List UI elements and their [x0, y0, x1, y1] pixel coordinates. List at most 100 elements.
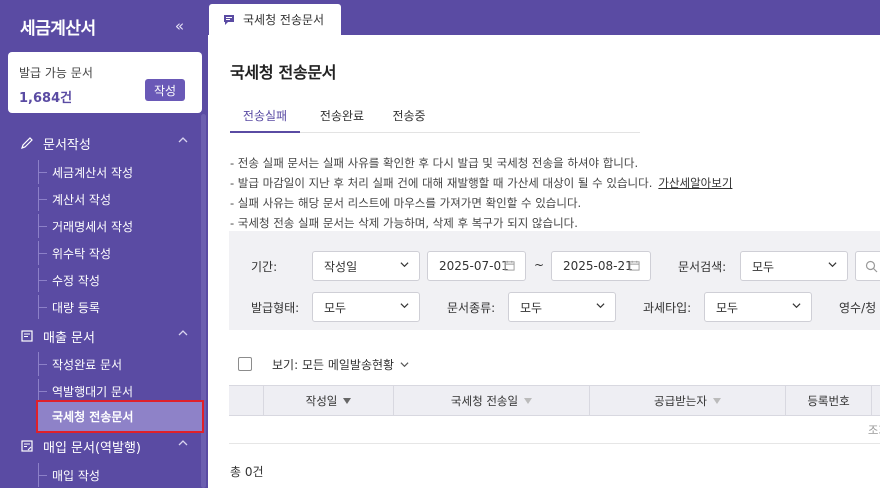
sidebar-item-consignment-write[interactable]: 위수탁 작성 [38, 241, 200, 265]
chevron-up-icon [178, 328, 188, 341]
date-value: 2025-08-21 [563, 259, 633, 273]
select-value: 모두 [752, 259, 775, 274]
column-header-created-date[interactable]: 작성일 [263, 386, 393, 415]
tab-nts-transmitted-documents[interactable]: 국세청 전송문서 [209, 4, 341, 35]
sidebar-item-label: 국세청 전송문서 [52, 410, 134, 424]
mail-status-view-dropdown[interactable]: 보기: 모든 메일발송현황 [272, 356, 409, 373]
document-search-select[interactable]: 모두 [740, 251, 848, 281]
doc-type-label: 문서종류: [447, 301, 496, 315]
sidebar-item-label: 수정 작성 [52, 273, 100, 288]
sidebar-item-bulk-register[interactable]: 대량 등록 [38, 295, 200, 319]
select-value: 작성일 [324, 259, 358, 274]
subtab-bar: 전송실패 전송완료 전송중 [230, 107, 640, 133]
sort-down-icon [712, 397, 721, 404]
column-header-registration-number[interactable]: 등록번호 [785, 386, 871, 415]
column-label: 등록번호 [807, 393, 850, 408]
write-button[interactable]: 작성 [145, 79, 185, 101]
sidebar-section-purchase-documents[interactable]: 매입 문서(역발행) [0, 433, 200, 459]
message-icon [223, 14, 235, 26]
chevron-down-icon [596, 303, 605, 309]
issue-summary-card: 발급 가능 문서 1,684건 작성 [8, 52, 202, 113]
column-header-nts-sent-date[interactable]: 국세청 전송일 [393, 386, 589, 415]
chevron-up-icon [178, 135, 188, 148]
pencil-icon [19, 135, 35, 151]
tax-type-select[interactable]: 모두 [704, 292, 812, 322]
issue-type-label: 발급형태: [251, 301, 300, 315]
sidebar-section-label: 매출 문서 [43, 330, 95, 346]
column-header-recipient[interactable]: 공급받는자 [589, 386, 785, 415]
select-all-checkbox[interactable] [238, 357, 252, 371]
app-title: 세금계산서 [20, 18, 96, 39]
select-value: 모두 [716, 300, 739, 315]
sidebar-item-amend-write[interactable]: 수정 작성 [38, 268, 200, 292]
empty-result-message: 조회 [867, 423, 880, 437]
sidebar-item-tax-invoice-write[interactable]: 세금계산서 작성 [38, 160, 200, 184]
document-in-icon [19, 438, 35, 454]
notice-line: - 실패 사유는 해당 문서 리스트에 마우스를 가져가면 확인할 수 있습니다… [230, 196, 582, 210]
search-input[interactable] [855, 251, 880, 281]
subtab-sending[interactable]: 전송중 [378, 107, 440, 133]
sort-down-icon [343, 397, 352, 404]
date-from-input[interactable]: 2025-07-01 [427, 251, 526, 281]
select-value: 모두 [520, 300, 543, 315]
sidebar-section-label: 매입 문서(역발행) [43, 440, 141, 456]
chevron-down-icon [400, 262, 409, 268]
tax-type-label: 과세타입: [643, 301, 692, 315]
sidebar-item-label: 매입 작성 [52, 468, 100, 483]
sidebar-item-label: 거래명세서 작성 [52, 219, 134, 234]
filter-panel: 기간: 작성일 2025-07-01 ~ 2025-08-21 문서검색: 모두… [229, 231, 880, 330]
date-range-separator: ~ [534, 258, 545, 272]
notice-text: - 발급 마감일이 지난 후 처리 실패 건에 대해 재발행할 때 가산세 대상… [230, 176, 653, 190]
column-label: 공급받는자 [654, 393, 707, 408]
collapse-sidebar-icon[interactable]: « [175, 17, 184, 35]
column-label: 작성일 [305, 393, 338, 408]
chevron-down-icon [400, 303, 409, 309]
sidebar-item-label: 위수탁 작성 [52, 246, 112, 261]
calendar-icon [629, 260, 640, 271]
sidebar-item-label: 역발행대기 문서 [52, 384, 134, 399]
subtab-send-completed[interactable]: 전송완료 [307, 107, 377, 133]
sidebar-item-invoice-write[interactable]: 계산서 작성 [38, 187, 200, 211]
top-tab-bar: 국세청 전송문서 [208, 0, 880, 35]
doc-type-select[interactable]: 모두 [508, 292, 616, 322]
receipt-type-label: 영수/청 [839, 301, 877, 315]
sidebar-item-label: 작성완료 문서 [52, 357, 123, 372]
document-search-label: 문서검색: [678, 260, 727, 274]
table-empty-row: 조회 [229, 416, 880, 444]
sort-down-icon [524, 397, 533, 404]
sidebar-header: 세금계산서 « [0, 0, 208, 52]
sidebar-section-document-write[interactable]: 문서작성 [0, 130, 200, 156]
penalty-tax-info-link[interactable]: 가산세알아보기 [658, 176, 732, 190]
notice-line: - 전송 실패 문서는 실패 사유를 확인한 후 다시 발급 및 국세청 전송을… [230, 156, 639, 170]
sidebar-item-nts-transmitted-documents[interactable]: 국세청 전송문서 [36, 400, 204, 433]
subtab-send-failed[interactable]: 전송실패 [230, 107, 300, 133]
notice-line: - 국세청 전송 실패 문서는 삭제 가능하며, 삭제 후 복구가 되지 않습니… [230, 216, 578, 230]
sidebar-item-transaction-statement-write[interactable]: 거래명세서 작성 [38, 214, 200, 238]
sidebar-item-purchase-write[interactable]: 매입 작성 [38, 463, 200, 487]
column-header-extra [871, 386, 880, 415]
sidebar-section-sales-documents[interactable]: 매출 문서 [0, 323, 200, 349]
total-count: 총 0건 [230, 465, 264, 479]
date-value: 2025-07-01 [439, 259, 509, 273]
sidebar-item-completed-documents[interactable]: 작성완료 문서 [38, 352, 200, 376]
calendar-icon [504, 260, 515, 271]
tab-label: 국세청 전송문서 [243, 13, 325, 27]
main-content: 국세청 전송문서 전송실패 전송완료 전송중 - 전송 실패 문서는 실패 사유… [208, 35, 880, 488]
date-to-input[interactable]: 2025-08-21 [551, 251, 651, 281]
period-label: 기간: [251, 260, 278, 274]
column-label: 국세청 전송일 [450, 393, 519, 408]
search-icon [865, 260, 878, 273]
sidebar-item-label: 대량 등록 [52, 300, 100, 315]
page-title: 국세청 전송문서 [230, 63, 337, 82]
sidebar-item-label: 계산서 작성 [52, 192, 112, 207]
chevron-down-icon [828, 262, 837, 268]
select-value: 모두 [324, 300, 347, 315]
chevron-up-icon [178, 438, 188, 451]
period-type-select[interactable]: 작성일 [312, 251, 420, 281]
view-label: 보기: 모든 메일발송현황 [272, 357, 395, 372]
chevron-down-icon [792, 303, 801, 309]
notice-line: - 발급 마감일이 지난 후 처리 실패 건에 대해 재발행할 때 가산세 대상… [230, 173, 870, 193]
issue-type-select[interactable]: 모두 [312, 292, 420, 322]
sidebar: 세금계산서 « 발급 가능 문서 1,684건 작성 문서작성 세금계산서 작성… [0, 0, 208, 488]
notice-list: - 전송 실패 문서는 실패 사유를 확인한 후 다시 발급 및 국세청 전송을… [230, 153, 870, 233]
